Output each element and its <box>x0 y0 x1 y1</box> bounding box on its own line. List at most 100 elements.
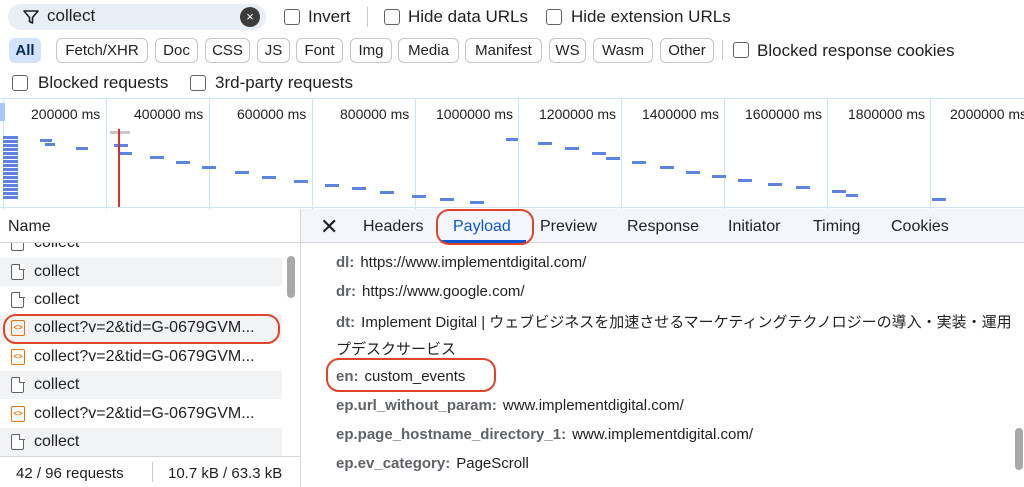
name-column-header[interactable]: Name <box>0 209 300 243</box>
chip-other[interactable]: Other <box>660 38 714 63</box>
timeline-gridline <box>621 99 622 209</box>
status-bar: 42 / 96 requests 10.7 kB / 63.3 kB <box>0 456 300 487</box>
transfer-size: 10.7 kB / 63.3 kB <box>168 465 283 482</box>
waterfall-bar <box>632 161 646 164</box>
payload-value: Implement Digital | ウェブビジネスを加速させるマーケティング… <box>361 314 1016 331</box>
payload-row: ep.page_hostname_directory_1: www.impleme… <box>336 426 753 443</box>
third-party-requests-label: 3rd-party requests <box>215 73 353 92</box>
list-item[interactable]: collect <box>0 428 282 456</box>
payload-key: dt: <box>336 314 356 331</box>
divider <box>152 462 153 482</box>
request-name: collect <box>34 243 79 252</box>
waterfall-bar <box>932 198 946 201</box>
request-name: collect?v=2&tid=G-0679GVM... <box>34 405 255 422</box>
chip-css[interactable]: CSS <box>205 38 250 63</box>
request-list-scrollbar[interactable] <box>287 256 295 298</box>
request-name: collect <box>34 376 80 393</box>
tab-response[interactable]: Response <box>627 218 699 236</box>
payload-scrollbar[interactable] <box>1015 428 1023 470</box>
waterfall-bar <box>40 139 52 142</box>
waterfall-bar <box>3 168 18 171</box>
annotation-outline-payload-tab <box>436 209 534 245</box>
network-overview-timeline[interactable]: 200000 ms 400000 ms 600000 ms 800000 ms … <box>0 98 1024 209</box>
waterfall-bar <box>796 186 810 189</box>
tab-headers[interactable]: Headers <box>363 218 423 236</box>
list-item[interactable]: collect <box>0 243 282 257</box>
blocked-response-cookies-checkbox[interactable] <box>733 42 749 58</box>
request-name: collect <box>34 433 80 450</box>
timeline-tick-label: 2000000 ms <box>950 106 1024 122</box>
payload-value: プデスクサービス <box>336 341 457 358</box>
hide-data-urls-checkbox[interactable] <box>384 9 400 25</box>
timeline-gridline <box>209 99 210 209</box>
payload-value: www.implementdigital.com/ <box>502 397 684 414</box>
chip-wasm[interactable]: Wasm <box>593 38 653 63</box>
chip-js[interactable]: JS <box>257 38 290 63</box>
script-icon: <> <box>11 406 25 422</box>
waterfall-bar <box>262 176 276 179</box>
script-icon: <> <box>11 349 25 365</box>
waterfall-bar <box>565 147 579 150</box>
list-item[interactable]: collect <box>0 286 282 314</box>
chip-font[interactable]: Font <box>296 38 343 63</box>
waterfall-bar <box>3 184 18 187</box>
timeline-tick-label: 1800000 ms <box>848 106 926 122</box>
waterfall-bar <box>832 190 846 193</box>
waterfall-bar <box>45 143 55 146</box>
list-item[interactable]: <> collect?v=2&tid=G-0679GVM... <box>0 343 282 371</box>
list-item[interactable]: <> collect?v=2&tid=G-0679GVM... <box>0 400 282 428</box>
payload-row: ep.ev_category: PageScroll <box>336 455 529 472</box>
timeline-tick-label: 1200000 ms <box>539 106 617 122</box>
payload-row: dt: Implement Digital | ウェブビジネスを加速させるマーケテ… <box>336 311 1016 332</box>
waterfall-bar <box>3 136 18 139</box>
timeline-gridline <box>518 99 519 209</box>
chip-doc[interactable]: Doc <box>155 38 198 63</box>
invert-label: Invert <box>308 7 351 26</box>
tab-initiator[interactable]: Initiator <box>728 218 780 236</box>
payload-value: https://www.implementdigital.com/ <box>360 254 587 271</box>
clear-filter-icon[interactable]: × <box>240 7 260 27</box>
timeline-gridline <box>930 99 931 209</box>
close-icon[interactable]: ✕ <box>320 214 338 240</box>
chip-img[interactable]: Img <box>350 38 392 63</box>
chip-media[interactable]: Media <box>398 38 459 63</box>
annotation-outline-selected-request <box>3 314 280 344</box>
chip-fetch-xhr[interactable]: Fetch/XHR <box>56 38 148 63</box>
chip-manifest[interactable]: Manifest <box>465 38 542 63</box>
divider <box>722 40 723 60</box>
waterfall-bar <box>110 131 130 134</box>
timeline-selection-handle[interactable] <box>0 103 5 121</box>
waterfall-bar <box>470 201 484 204</box>
timeline-tick-label: 1000000 ms <box>436 106 514 122</box>
detail-tab-bar: Headers Payload Preview Response Initiat… <box>301 209 1024 243</box>
waterfall-bar <box>380 191 394 194</box>
waterfall-bar <box>3 156 18 159</box>
document-icon <box>11 291 25 308</box>
divider <box>367 7 368 27</box>
waterfall-bar <box>538 142 552 145</box>
waterfall-bar <box>3 160 18 163</box>
list-item[interactable]: collect <box>0 371 282 399</box>
waterfall-bar <box>3 176 18 179</box>
third-party-requests-checkbox[interactable] <box>190 75 206 91</box>
waterfall-bar <box>506 138 518 141</box>
chip-ws[interactable]: WS <box>549 38 586 63</box>
payload-key: ep.ev_category: <box>336 455 451 472</box>
timeline-tick-label: 200000 ms <box>31 106 101 122</box>
blocked-requests-checkbox[interactable] <box>12 75 28 91</box>
chip-all[interactable]: All <box>9 38 41 63</box>
payload-value: PageScroll <box>456 455 529 472</box>
tab-preview[interactable]: Preview <box>540 218 597 236</box>
timeline-tick-label: 600000 ms <box>237 106 307 122</box>
waterfall-bar <box>202 166 216 169</box>
waterfall-bar <box>738 179 752 182</box>
waterfall-bar <box>3 140 18 143</box>
list-item[interactable]: collect <box>0 258 282 286</box>
timeline-gridline <box>724 99 725 209</box>
hide-extension-urls-checkbox[interactable] <box>546 9 562 25</box>
tab-timing[interactable]: Timing <box>813 218 860 236</box>
waterfall-bar <box>846 194 858 197</box>
invert-checkbox[interactable] <box>284 9 300 25</box>
tab-cookies[interactable]: Cookies <box>891 218 949 236</box>
payload-key: ep.page_hostname_directory_1: <box>336 426 567 443</box>
